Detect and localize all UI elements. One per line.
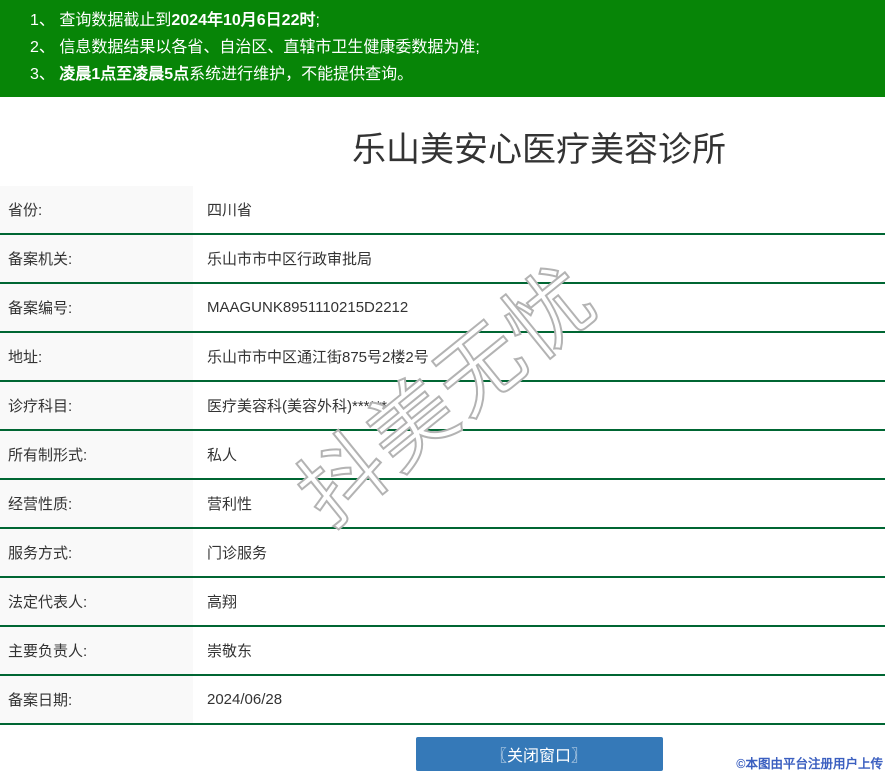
attribution-text: ©本图由平台注册用户上传 — [736, 757, 883, 771]
table-row: 备案编号: MAAGUNK8951110215D2212 — [0, 284, 885, 333]
notice-text-segment: 信息数据结果以各省、自治区、直辖市卫生健康委数据为准; — [59, 39, 480, 56]
table-row: 备案机关: 乐山市市中区行政审批局 — [0, 235, 885, 284]
row-value: 乐山市市中区通江街875号2楼2号 — [207, 349, 429, 366]
close-window-button[interactable]: 〖关闭窗口〗 — [415, 737, 663, 771]
row-label: 地址: — [0, 333, 193, 380]
table-row: 主要负责人: 崇敬东 — [0, 627, 885, 676]
table-row: 服务方式: 门诊服务 — [0, 529, 885, 578]
row-label: 所有制形式: — [0, 431, 193, 478]
page-title: 乐山美安心医疗美容诊所 — [352, 131, 726, 169]
table-row: 经营性质: 营利性 — [0, 480, 885, 529]
notice-line: 3、 凌晨1点至凌晨5点系统进行维护，不能提供查询。 — [30, 61, 875, 88]
notice-line: 1、 查询数据截止到2024年10月6日22时; — [30, 7, 875, 34]
row-label: 诊疗科目: — [0, 382, 193, 429]
row-value: 高翔 — [207, 594, 238, 611]
row-value: 门诊服务 — [207, 545, 268, 562]
notice-text-segment: ; — [315, 12, 320, 29]
row-label: 主要负责人: — [0, 627, 193, 674]
notice-number: 1、 — [30, 12, 60, 29]
notice-text-segment: 系统进行维护，不能提供查询。 — [189, 66, 414, 83]
notice-list: 1、 查询数据截止到2024年10月6日22时; 2、 信息数据结果以各省、自治区… — [30, 7, 875, 88]
table-row: 备案日期: 2024/06/28 — [0, 676, 885, 725]
notice-text-segment: 凌晨1点至凌晨5点 — [59, 66, 190, 83]
row-value: 医疗美容科(美容外科)****** — [207, 398, 388, 415]
row-value: 四川省 — [207, 202, 253, 219]
notice-line: 2、 信息数据结果以各省、自治区、直辖市卫生健康委数据为准; — [30, 34, 875, 61]
table-row: 诊疗科目: 医疗美容科(美容外科)****** — [0, 382, 885, 431]
row-value: 乐山市市中区行政审批局 — [207, 251, 373, 268]
table-row: 地址: 乐山市市中区通江街875号2楼2号 — [0, 333, 885, 382]
row-value: 2024/06/28 — [207, 691, 283, 708]
title-container: 乐山美安心医疗美容诊所 — [193, 97, 885, 170]
record-table: 省份: 四川省 备案机关: 乐山市市中区行政审批局 备案编号: MAAGUNK8… — [0, 186, 885, 725]
row-label: 备案编号: — [0, 284, 193, 331]
row-value: 私人 — [207, 447, 238, 464]
row-label: 备案日期: — [0, 676, 193, 723]
row-label: 服务方式: — [0, 529, 193, 576]
row-label: 备案机关: — [0, 235, 193, 282]
row-value: 营利性 — [207, 496, 253, 513]
notice-text-segment: 查询数据截止到 — [59, 12, 172, 29]
row-label: 法定代表人: — [0, 578, 193, 625]
notice-number: 3、 — [30, 66, 60, 83]
row-label: 经营性质: — [0, 480, 193, 527]
notice-banner: 1、 查询数据截止到2024年10月6日22时; 2、 信息数据结果以各省、自治区… — [0, 0, 885, 97]
row-value: MAAGUNK8951110215D2212 — [207, 299, 409, 316]
table-row: 所有制形式: 私人 — [0, 431, 885, 480]
notice-number: 2、 — [30, 39, 60, 56]
row-label: 省份: — [0, 186, 193, 233]
row-value: 崇敬东 — [207, 643, 253, 660]
table-row: 法定代表人: 高翔 — [0, 578, 885, 627]
table-row: 省份: 四川省 — [0, 186, 885, 235]
notice-text-segment: 2024年10月6日22时 — [171, 12, 316, 29]
